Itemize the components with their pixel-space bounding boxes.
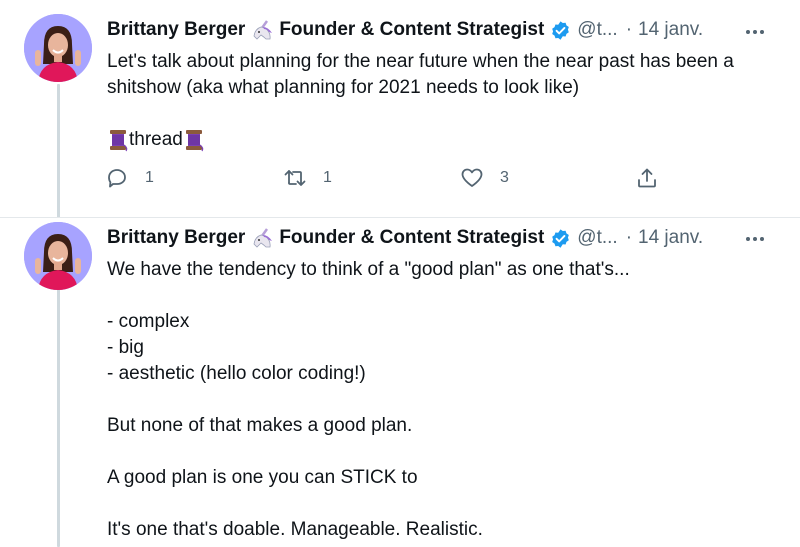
tweet-text: Let's talk about planning for the near f… [107, 49, 767, 153]
tweet-text-line: We have the tendency to think of a "good… [107, 259, 630, 280]
retweet-count: 1 [323, 169, 332, 186]
more-icon[interactable] [743, 22, 767, 42]
separator-dot: · [625, 19, 633, 40]
unicorn-icon [251, 227, 275, 249]
thread-connector-line [57, 283, 60, 547]
tweet-text-line: - aesthetic (hello color coding!) [107, 363, 366, 384]
spool-of-thread-icon [183, 128, 205, 152]
tweet-header: Brittany Berger Founder & Content Strate… [107, 16, 703, 44]
tweet-text-line: Let's talk about planning for the near f… [107, 51, 734, 72]
tweet-date[interactable]: 14 janv. [638, 227, 703, 249]
author-handle[interactable]: @t... [577, 227, 617, 249]
tweet[interactable]: Brittany Berger Founder & Content Strate… [0, 218, 800, 547]
more-icon[interactable] [743, 229, 767, 249]
tweet-text-line: It's one that's doable. Manageable. Real… [107, 519, 483, 540]
thread-label: thread [129, 129, 183, 150]
unicorn-icon [251, 19, 275, 41]
avatar[interactable] [24, 14, 92, 82]
reply-count: 1 [145, 169, 154, 186]
author-handle[interactable]: @t... [577, 19, 617, 41]
thread-label-row: thread [107, 127, 767, 153]
verified-badge-icon [550, 20, 571, 41]
like-button[interactable]: 3 [460, 166, 509, 190]
heart-icon [461, 168, 483, 187]
tweet[interactable]: Brittany Berger Founder & Content Strate… [0, 0, 800, 218]
spool-of-thread-icon [107, 128, 129, 152]
tweet-text-line: shitshow (aka what planning for 2021 nee… [107, 77, 580, 98]
tweet-text: We have the tendency to think of a "good… [107, 257, 767, 543]
author-name[interactable]: Brittany Berger [107, 19, 245, 41]
author-name[interactable]: Brittany Berger [107, 227, 245, 249]
tweet-date[interactable]: 14 janv. [638, 19, 703, 41]
retweet-icon [284, 170, 306, 186]
author-title: Founder & Content Strategist [279, 227, 545, 248]
author-title: Founder & Content Strategist [279, 19, 545, 40]
tweet-text-line: A good plan is one you can STICK to [107, 467, 418, 488]
tweet-text-line: - big [107, 337, 144, 358]
like-count: 3 [500, 169, 509, 186]
retweet-button[interactable]: 1 [283, 166, 332, 190]
tweet-text-line: - complex [107, 311, 190, 332]
share-button[interactable] [635, 166, 659, 190]
tweet-actions: 1 1 3 [105, 166, 665, 196]
verified-badge-icon [550, 228, 571, 249]
separator-dot: · [625, 227, 633, 248]
share-icon [638, 168, 656, 188]
thread-connector-line [57, 84, 60, 218]
avatar[interactable] [24, 222, 92, 290]
tweet-text-line: But none of that makes a good plan. [107, 415, 413, 436]
reply-icon [108, 169, 126, 188]
reply-button[interactable]: 1 [105, 166, 154, 190]
tweet-header: Brittany Berger Founder & Content Strate… [107, 224, 703, 252]
